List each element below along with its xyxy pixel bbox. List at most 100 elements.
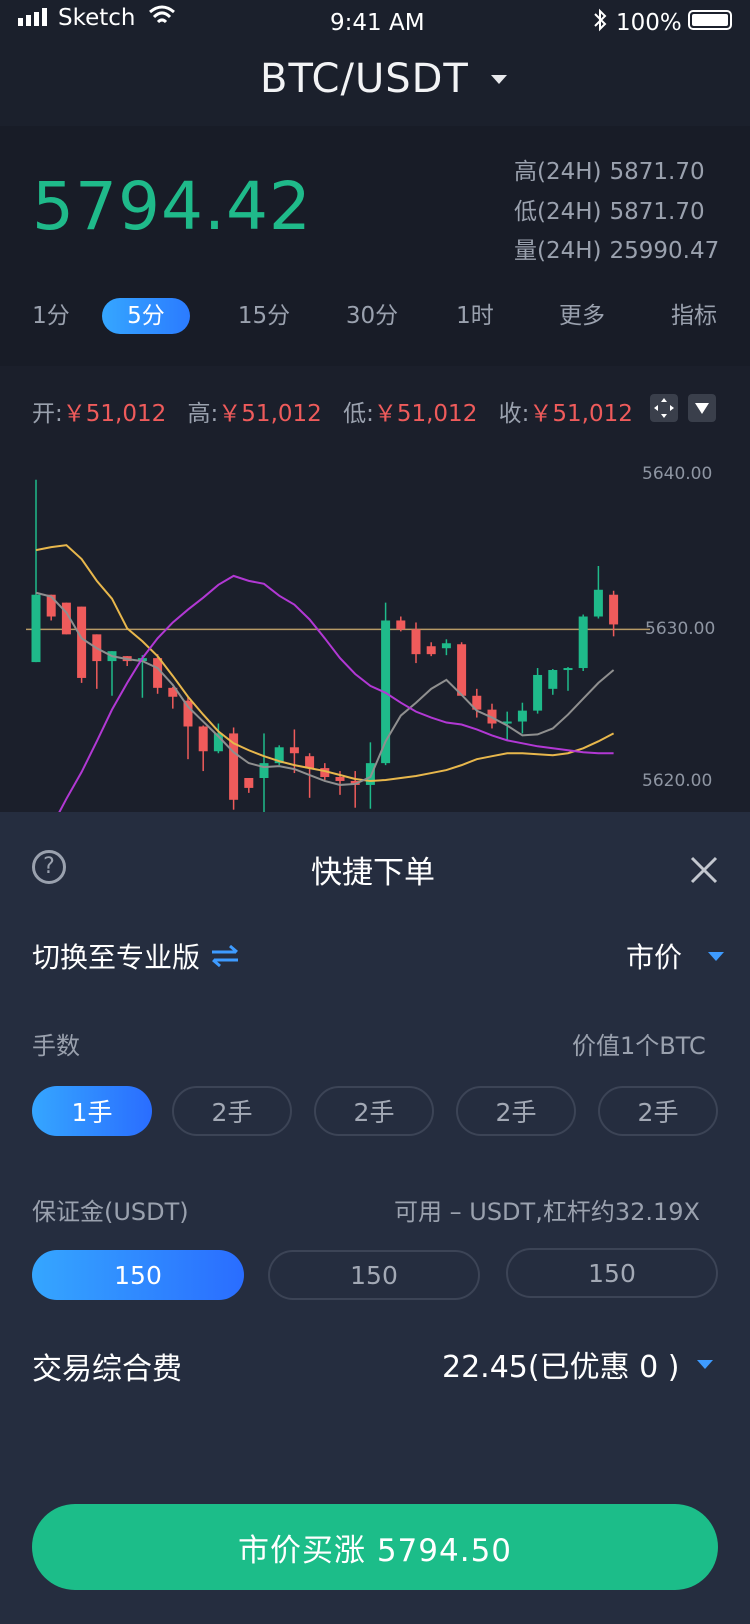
- carrier-name: Sketch: [58, 5, 136, 31]
- lots-hint: 价值1个BTC: [572, 1032, 706, 1060]
- lots-label: 手数: [32, 1032, 80, 1060]
- y-tick-label: 5630.00: [645, 619, 716, 639]
- high-24h-label: 高(24H): [514, 159, 602, 185]
- candle-body: [183, 700, 193, 727]
- swap-arrows-icon: [212, 944, 239, 968]
- lots-option-1[interactable]: 1手: [32, 1086, 152, 1136]
- candle: [441, 639, 451, 656]
- margin-label: 保证金(USDT): [32, 1198, 189, 1226]
- candle-body: [244, 778, 254, 788]
- quick-order-sheet: ? 快捷下单 切换至专业版 市价 手数 价值1个BTC 1手 2手 2手 2手 …: [0, 812, 750, 1624]
- candle: [198, 725, 208, 772]
- candle-body: [578, 616, 588, 669]
- battery-percent: 100%: [616, 10, 682, 36]
- candle-body: [31, 594, 41, 663]
- bluetooth-icon: [594, 8, 607, 32]
- volume-24h-value: 25990.47: [609, 238, 720, 264]
- sheet-title: 快捷下单: [311, 855, 435, 891]
- candle: [350, 771, 360, 808]
- candle-body: [609, 594, 619, 625]
- title-bar: BTC/USDT: [0, 46, 750, 126]
- candle: [426, 642, 436, 657]
- tab-1h[interactable]: 1时: [448, 298, 502, 334]
- help-icon[interactable]: ?: [32, 850, 66, 884]
- market-buy-button[interactable]: 市价买涨 5794.50: [32, 1504, 718, 1590]
- low-24h-label: 低(24H): [514, 199, 602, 225]
- candle-body: [441, 643, 451, 649]
- switch-pro-button[interactable]: 切换至专业版: [32, 936, 240, 976]
- low-24h-value: 5871.70: [609, 199, 705, 225]
- high-24h-value: 5871.70: [609, 159, 705, 185]
- candle: [563, 667, 573, 691]
- tab-30m[interactable]: 30分: [340, 298, 404, 334]
- battery-icon: [688, 10, 732, 30]
- margin-option-3[interactable]: 150: [506, 1248, 718, 1298]
- candle-body: [289, 747, 299, 754]
- candlestick-plot: [26, 479, 650, 812]
- lots-option-5[interactable]: 2手: [598, 1086, 718, 1136]
- fee-detail-toggle[interactable]: 22.45(已优惠 0 ): [442, 1342, 714, 1386]
- chevron-down-icon: [490, 74, 507, 84]
- candle-body: [396, 620, 406, 630]
- status-bar: Sketch 9:41 AM 100%: [0, 0, 750, 46]
- fee-value: 22.45(已优惠 0 ): [442, 1350, 680, 1385]
- margin-option-2[interactable]: 150: [268, 1250, 480, 1300]
- margin-hint: 可用 – USDT,杠杆约32.19X: [394, 1198, 700, 1226]
- tab-more[interactable]: 更多: [552, 298, 612, 334]
- caret-down-icon: [697, 1359, 714, 1369]
- order-type-value: 市价: [626, 941, 683, 974]
- candle-body: [77, 606, 87, 678]
- y-tick-label: 5620.00: [642, 771, 713, 791]
- candle: [533, 668, 543, 714]
- wifi-icon: [149, 5, 175, 24]
- signal-icon: [18, 8, 47, 26]
- candle: [92, 634, 102, 689]
- candle-body: [305, 756, 315, 769]
- pair-title: BTC/USDT: [260, 56, 469, 102]
- candle: [244, 778, 254, 793]
- candle-body: [548, 670, 558, 689]
- kline-chart[interactable]: 开:￥51,012 高:￥51,012 低:￥51,012 收:￥51,012 …: [0, 366, 750, 812]
- candle: [77, 606, 87, 683]
- tab-indicators[interactable]: 指标: [664, 298, 724, 334]
- candle-body: [593, 589, 603, 617]
- candle: [472, 688, 482, 718]
- candle: [396, 616, 406, 632]
- candle-body: [533, 674, 543, 711]
- tab-15m[interactable]: 15分: [232, 298, 296, 334]
- lots-option-3[interactable]: 2手: [314, 1086, 434, 1136]
- tab-5m[interactable]: 5分: [102, 298, 190, 334]
- caret-down-icon: [708, 951, 725, 961]
- ma-line-1: [35, 544, 615, 782]
- close-icon[interactable]: [690, 856, 718, 884]
- tab-1m[interactable]: 1分: [22, 298, 80, 334]
- volume-24h-label: 量(24H): [514, 238, 602, 264]
- margin-option-1[interactable]: 150: [32, 1250, 244, 1300]
- candle: [593, 565, 603, 619]
- candle-body: [457, 644, 467, 696]
- fee-label: 交易综合费: [32, 1352, 182, 1387]
- order-type-select[interactable]: 市价: [626, 936, 725, 976]
- candle-body: [517, 710, 527, 722]
- ticker-panel: 5794.42 高(24H) 5871.70 低(24H) 5871.70 量(24…: [0, 126, 750, 366]
- candle: [517, 702, 527, 734]
- candle-body: [335, 777, 345, 781]
- candle: [548, 669, 558, 695]
- low-24h: 低(24H) 5871.70: [514, 192, 705, 226]
- pair-selector[interactable]: BTC/USDT: [260, 56, 507, 102]
- high-24h: 高(24H) 5871.70: [514, 152, 705, 186]
- lots-option-4[interactable]: 2手: [456, 1086, 576, 1136]
- last-price: 5794.42: [32, 168, 312, 245]
- candle: [31, 479, 41, 663]
- candle: [578, 614, 588, 672]
- y-tick-label: 5640.00: [642, 464, 713, 484]
- candle-body: [198, 726, 208, 752]
- status-time: 9:41 AM: [330, 10, 425, 36]
- candle-body: [563, 668, 573, 671]
- volume-24h: 量(24H) 25990.47: [514, 231, 719, 265]
- candle: [259, 733, 269, 812]
- candle: [411, 622, 421, 664]
- lots-option-2[interactable]: 2手: [172, 1086, 292, 1136]
- timeframe-tabs: 1分 5分 15分 30分 1时 更多 指标: [0, 298, 750, 338]
- candle: [457, 642, 467, 696]
